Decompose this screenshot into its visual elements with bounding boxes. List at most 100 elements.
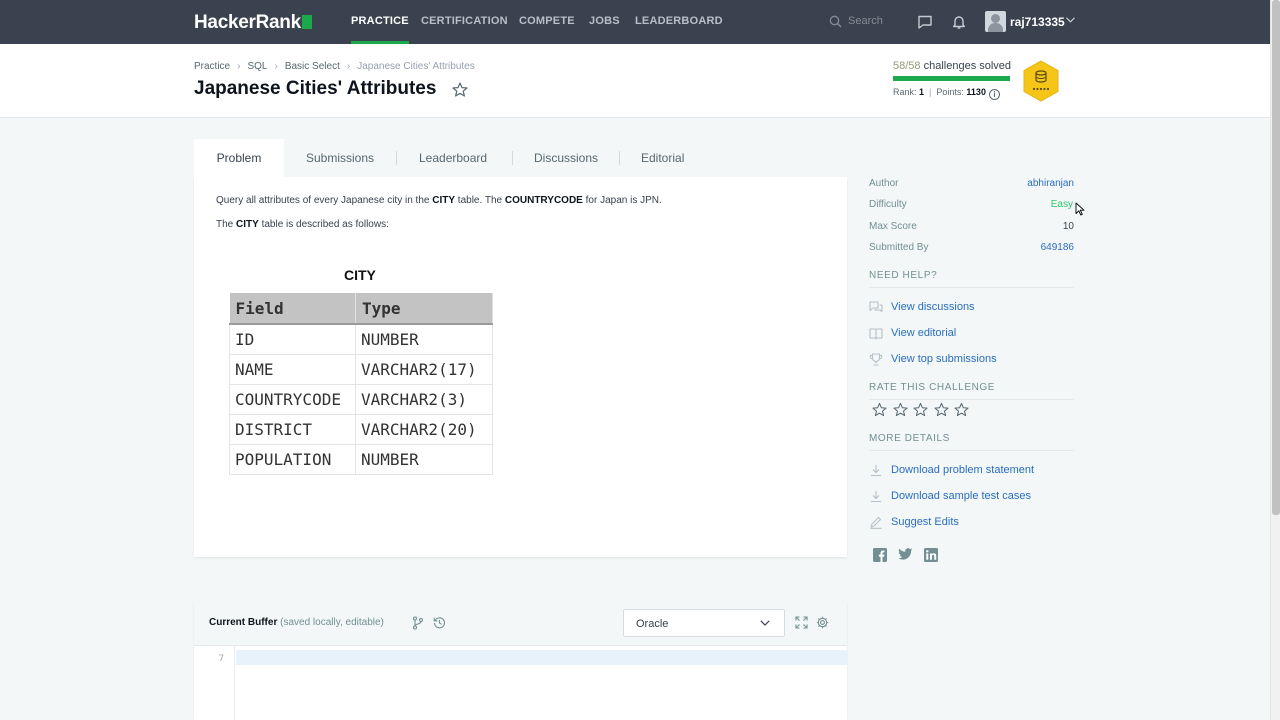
table-row: DISTRICT VARCHAR2(20) [229,414,493,446]
type-cell: NUMBER [355,444,493,476]
breadcrumb-basic-select[interactable]: Basic Select [285,61,340,72]
info-icon[interactable]: i [988,89,1000,100]
type-cell: VARCHAR2(20) [355,414,493,446]
type-cell: NUMBER [355,323,493,355]
solved-count: 58/58 [893,60,921,72]
column-header-field: Field [229,293,356,325]
download-icon [871,491,881,503]
top-navbar: HackerRank PRACTICE CERTIFICATION COMPET… [0,0,1270,44]
line-number: 7 [218,654,224,664]
editor-toolbar: Current Buffer (saved locally, editable)… [194,602,847,646]
points-value: 1130 [966,87,986,97]
linkedin-icon[interactable] [924,548,938,562]
breadcrumb-current: Japanese Cities' Attributes [357,61,475,72]
field-cell: POPULATION [229,444,356,476]
download-icon [871,465,881,477]
breadcrumb-sql[interactable]: SQL [247,61,267,72]
chevron-down-icon [760,620,770,626]
points-label: Points: [936,87,964,97]
difficulty-value: Easy [1050,199,1073,210]
meta-author: Author abhiranjan [869,178,1074,189]
max-score-value: 10 [1062,221,1074,232]
field-cell: NAME [229,353,356,385]
rating-star-5-icon[interactable] [954,402,969,417]
facebook-icon[interactable] [873,548,887,562]
problem-statement: Query all attributes of every Japanese c… [194,177,847,557]
solved-summary: 58/58 challenges solved [893,60,1011,72]
nav-practice[interactable]: PRACTICE [351,0,409,44]
solved-label: challenges solved [923,60,1012,72]
need-help-heading: NEED HELP? [869,270,1074,288]
author-link[interactable]: abhiranjan [1027,178,1074,189]
tab-problem[interactable]: Problem [194,139,284,177]
rate-heading: RATE THIS CHALLENGE [869,382,1074,400]
solved-progress-fill [893,76,1010,81]
solved-progress-bar [893,76,1010,81]
table-row: COUNTRYCODE VARCHAR2(3) [229,383,493,416]
field-cell: DISTRICT [229,414,356,446]
sql-badge-icon[interactable] [1021,59,1061,103]
settings-gear-icon[interactable] [816,616,829,629]
submitted-by-link[interactable]: 649186 [1041,242,1074,253]
problem-paragraph-1: Query all attributes of every Japanese c… [216,195,662,206]
pencil-icon [870,516,882,529]
trophy-icon [869,353,883,366]
discussions-icon [869,301,883,313]
table-row: POPULATION NUMBER [229,444,493,476]
code-editor-panel: Current Buffer (saved locally, editable)… [194,602,847,720]
field-cell: ID [229,323,356,355]
book-icon [869,328,883,340]
avatar [985,11,1006,32]
table-row: ID NUMBER [229,323,493,355]
language-selected: Oracle [636,618,669,630]
nav-certification[interactable]: CERTIFICATION [421,0,508,44]
problem-paragraph-2: The CITY table is described as follows: [216,219,389,230]
current-buffer-label: Current Buffer (saved locally, editable) [209,617,384,628]
twitter-icon[interactable] [898,548,913,561]
tab-leaderboard[interactable]: Leaderboard [419,139,487,177]
search-box[interactable]: Search [829,13,929,31]
table-caption: CITY [344,267,376,283]
search-placeholder: Search [848,15,883,27]
tab-submissions[interactable]: Submissions [306,139,374,177]
column-header-type: Type [355,293,493,325]
rank-points: Rank: 1 | Points: 1130 i [893,87,1000,100]
messages-icon[interactable] [917,14,933,30]
field-cell: COUNTRYCODE [229,383,356,416]
meta-difficulty: Difficulty Easy [869,199,1073,210]
nav-jobs[interactable]: JOBS [589,0,620,44]
code-input-area[interactable] [236,650,847,665]
scrollbar-thumb[interactable] [1272,0,1280,515]
fullscreen-icon[interactable] [795,616,808,629]
notifications-bell-icon[interactable] [951,14,967,30]
table-row: NAME VARCHAR2(17) [229,353,493,385]
hackerrank-logo[interactable]: HackerRank [194,12,312,34]
username: raj713335 [1010,15,1065,29]
chevron-down-icon [1066,17,1075,23]
tab-discussions[interactable]: Discussions [534,139,598,177]
city-schema-table: Field Type ID NUMBER NAME VARCHAR2(17) COU… [229,293,493,476]
rank-value: 1 [919,87,925,97]
nav-compete[interactable]: COMPETE [519,0,575,44]
rank-label: Rank: [893,87,917,97]
rating-star-1-icon[interactable] [872,402,887,417]
rating-star-2-icon[interactable] [893,402,908,417]
history-icon[interactable] [433,616,446,629]
tab-editorial[interactable]: Editorial [641,139,684,177]
breadcrumb-practice[interactable]: Practice [194,61,230,72]
page-title: Japanese Cities' Attributes [194,78,437,99]
breadcrumb: Practice › SQL › Basic Select › Japanese Citie… [194,61,475,72]
mouse-cursor-icon [1075,202,1085,216]
more-details-heading: MORE DETAILS [869,433,1074,451]
type-cell: VARCHAR2(17) [355,353,493,385]
branch-icon[interactable] [412,616,424,630]
challenge-header: Practice › SQL › Basic Select › Japanese Citie… [0,44,1270,118]
meta-max-score: Max Score 10 [869,221,1074,232]
rating-star-3-icon[interactable] [913,402,928,417]
language-select[interactable]: Oracle [623,609,785,637]
rating-star-4-icon[interactable] [934,402,949,417]
page-scrollbar[interactable] [1270,0,1280,720]
nav-leaderboard[interactable]: LEADERBOARD [635,0,723,44]
bookmark-star-icon[interactable] [452,82,468,97]
search-icon [829,15,842,28]
